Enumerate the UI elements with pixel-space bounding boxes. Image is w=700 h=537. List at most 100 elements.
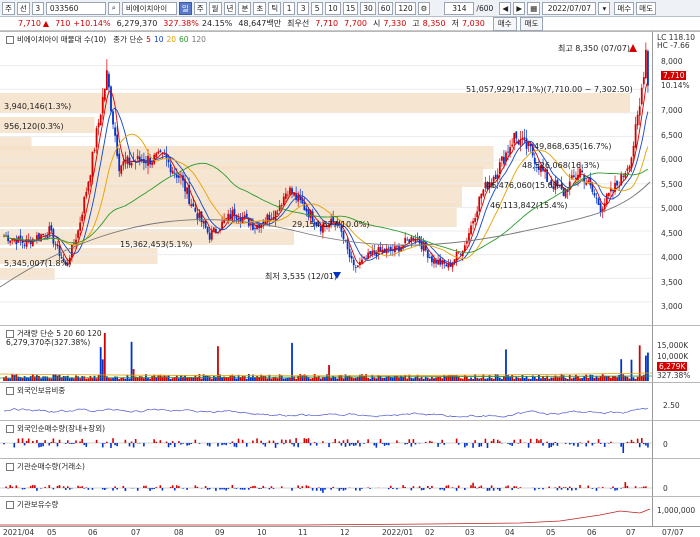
foreign-ratio-scale[interactable]: 2.50 [652,382,700,420]
nav-right-icon[interactable]: ▶ [513,1,526,15]
volume-bar [490,377,493,381]
inst-net-bar [464,488,466,490]
period-month[interactable]: 월 [208,1,222,15]
volume-bar [517,377,520,381]
date-tick: 12 [340,528,350,537]
inst-net-bar [402,485,404,488]
panel-checkbox-icon[interactable] [6,424,14,433]
toolbar-button-line[interactable]: 선 [16,1,30,15]
volume-bar [616,377,618,381]
foreign-net-bar [585,443,588,447]
foreign-ratio-panel[interactable]: 외국인보유비중 [0,382,652,420]
toolbar-button-3[interactable]: 3 [31,1,44,15]
period-tick[interactable]: 틱 [268,1,282,15]
volume-bar [330,377,333,381]
volume-bar [7,378,10,381]
panel-checkbox-icon[interactable] [6,386,14,395]
period-minute[interactable]: 분 [238,1,252,15]
sell-order-button[interactable]: 매수 [492,16,517,31]
inst-net-bar [562,487,565,488]
volume-bar [33,376,36,381]
foreign-net-bar [455,438,458,443]
inst-net-bar [624,482,627,488]
candle-body [159,150,162,153]
panel-checkbox-icon[interactable] [6,500,14,509]
interval-1[interactable]: 1 [283,1,296,15]
volume-bar [184,375,186,381]
volume-panel[interactable]: 거래량 단순 5 20 60 120 6,279,370주(327.38%) [0,325,652,382]
settings-icon[interactable]: ⚙ [417,1,431,15]
candle-body [52,229,55,244]
foreign-net-bar [27,438,30,443]
foreign-net-bar [307,438,310,443]
count-input[interactable]: 314 [444,1,475,15]
candle-body [81,214,84,221]
foreign-net-bar [507,443,509,444]
inst-net-panel[interactable]: 기관순매수량(거래소) [0,458,652,496]
foreign-net-bar [264,443,267,447]
interval-15[interactable]: 15 [342,1,359,15]
nav-left-icon[interactable]: ◀ [499,1,512,15]
inst-net-bar [69,488,71,490]
period-day[interactable]: 일 [178,1,192,15]
inst-net-scale[interactable]: 0 [652,458,700,496]
inst-net-bar [248,488,250,490]
foreign-net-bar [554,442,557,443]
candle-body [180,176,182,178]
calendar-dropdown-icon[interactable]: ▾ [598,1,611,15]
period-year[interactable]: 년 [223,1,237,15]
inst-hold-scale[interactable]: 1,000,000 [652,496,700,526]
profile-label-2: 956,120(0.3%) [4,122,64,131]
candle-body [202,220,205,224]
stock-code-input[interactable]: 033560 [45,1,106,15]
period-week[interactable]: 주 [193,1,207,15]
trade-amount: 48,647백만 [238,19,282,28]
foreign-net-bar [186,443,188,446]
price-scale[interactable]: LC 118.10 HC -7.66 8,000 7,710 10.14% 7,… [652,31,700,325]
inst-net-bar [490,485,493,488]
buy-button[interactable]: 매도 [636,1,656,15]
high-annotation: 최고 8,350 (07/07) [558,44,631,53]
calendar-icon[interactable]: ▦ [527,1,541,15]
volume-bar [262,375,265,381]
inst-net-bar [161,488,164,491]
open-label: 시 [373,19,381,28]
volume-bar [391,377,394,381]
interval-5[interactable]: 5 [311,1,324,15]
interval-120[interactable]: 120 [395,1,416,15]
date-input[interactable]: 2022/07/07 [542,1,597,15]
candle-body [303,202,306,211]
inst-hold-line [0,508,651,526]
buy-order-button[interactable]: 매도 [519,16,544,31]
interval-60[interactable]: 60 [377,1,394,15]
sell-button[interactable]: 매수 [614,1,635,15]
foreign-net-panel[interactable]: 외국인순매수량(장내+장외) [0,420,652,458]
panel-checkbox-icon[interactable] [6,35,14,44]
foreign-net-scale[interactable]: 0 [652,420,700,458]
candle-body [572,175,575,177]
panel-checkbox-icon[interactable] [6,462,14,471]
volume-bar [439,376,442,381]
foreign-net-bar [305,438,308,443]
volume-tag: 6,279K [657,362,688,371]
interval-30[interactable]: 30 [360,1,376,15]
inst-hold-panel[interactable]: 기관보유수량 [0,496,652,526]
period-second[interactable]: 초 [253,1,267,15]
candle-body [262,221,265,224]
inst-net-bar [58,485,61,488]
foreign-net-bar [342,440,345,443]
interval-10[interactable]: 10 [325,1,341,15]
interval-3[interactable]: 3 [297,1,310,15]
volume-scale[interactable]: 15,000K 10,000K 6,279K 327.38% [652,325,700,382]
toolbar-button-week[interactable]: 주 [2,1,15,15]
foreign-net-bar [13,443,16,448]
foreign-net-bar [171,441,174,443]
volume-bar [414,376,417,381]
stock-name-field[interactable]: 비에이치아이 [121,1,177,15]
search-icon[interactable]: ⌕ [107,1,120,15]
candle-body [99,114,102,126]
inst-net-bar [79,486,81,488]
profile-label-1: 3,940,146(1.3%) [4,102,72,111]
inst-net-bar [116,488,118,490]
price-chart-panel[interactable]: 비에이치아이 매물대 수(10) 종가 단순 5 10 20 60 120 51… [0,31,652,325]
